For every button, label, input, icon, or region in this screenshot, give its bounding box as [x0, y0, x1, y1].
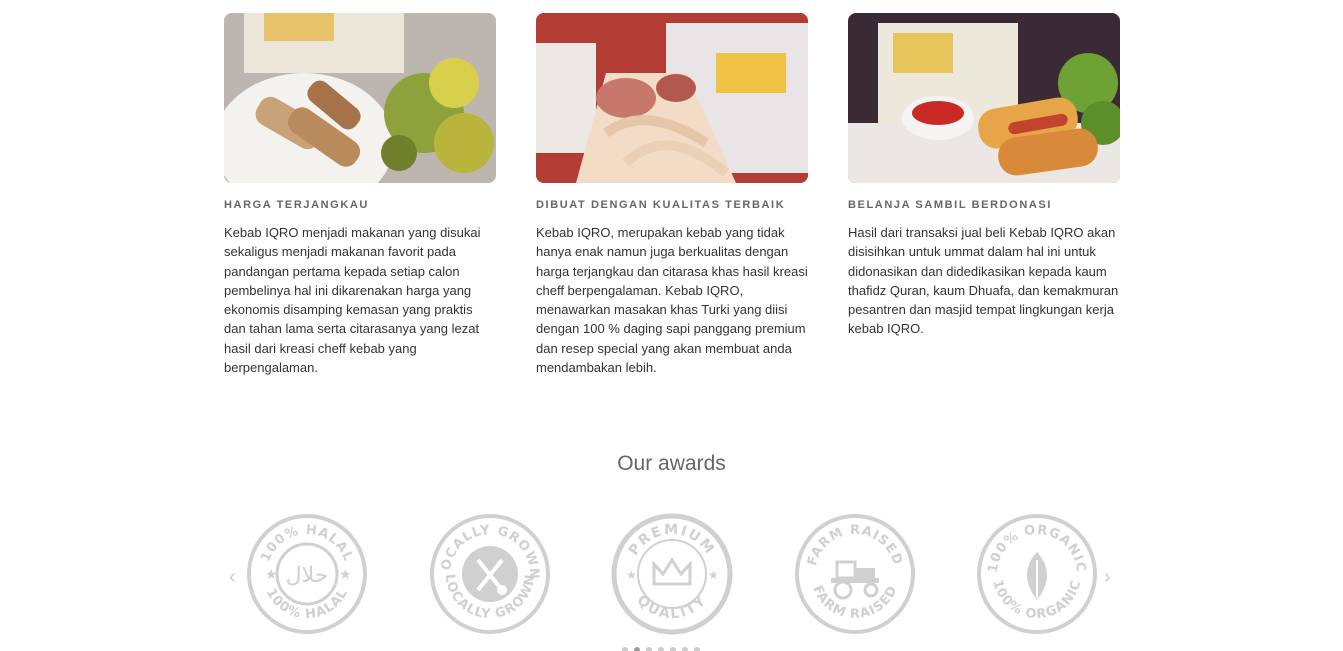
carousel-dot[interactable] — [682, 647, 688, 651]
feature-quality: DIBUAT DENGAN KUALITAS TERBAIK Kebab IQR… — [536, 13, 808, 377]
locally-grown-badge-icon: LOCALLY GROWN LOCALLY GROWN — [428, 512, 552, 636]
feature-image-kebab-plate — [224, 13, 496, 183]
badge-bottom-text: QUALITY — [634, 592, 709, 622]
svg-text:★: ★ — [339, 566, 352, 582]
svg-text:FARM RAISED: FARM RAISED — [809, 583, 900, 622]
premium-quality-badge-icon: PREMIUM QUALITY ★ ★ — [610, 512, 734, 636]
feature-image-kebab-sauce — [848, 13, 1120, 183]
feature-image-kebab-rolls — [536, 13, 808, 183]
awards-title: Our awards — [617, 452, 726, 475]
organic-badge-icon: 100% ORGANIC 100% ORGANIC — [975, 512, 1099, 636]
badge-center-text: حلال — [286, 563, 329, 588]
awards-carousel: 100% HALAL 100% HALAL حلال ★ ★ LOCALLY G… — [228, 512, 1118, 642]
features-section: HARGA TERJANGKAU Kebab IQRO menjadi maka… — [224, 13, 1120, 377]
feature-donation: BELANJA SAMBIL BERDONASI Hasil dari tran… — [848, 13, 1120, 377]
carousel-dot[interactable] — [670, 647, 676, 651]
carousel-pagination — [622, 647, 700, 651]
carousel-dot[interactable] — [694, 647, 700, 651]
feature-title: DIBUAT DENGAN KUALITAS TERBAIK — [536, 199, 786, 211]
carousel-dot-active[interactable] — [634, 647, 640, 651]
farm-raised-badge-icon: FARM RAISED FARM RAISED — [793, 512, 917, 636]
badge-bottom-text: FARM RAISED — [809, 583, 899, 622]
svg-text:★: ★ — [626, 568, 637, 582]
feature-description: Kebab IQRO, merupakan kebab yang tidak h… — [536, 225, 808, 376]
svg-text:QUALITY: QUALITY — [634, 592, 711, 622]
carousel-dot[interactable] — [646, 647, 652, 651]
feature-affordable: HARGA TERJANGKAU Kebab IQRO menjadi maka… — [224, 13, 496, 377]
carousel-dot[interactable] — [658, 647, 664, 651]
halal-badge-icon: 100% HALAL 100% HALAL حلال ★ ★ — [245, 512, 369, 636]
svg-text:★: ★ — [265, 566, 278, 582]
feature-title: HARGA TERJANGKAU — [224, 199, 369, 211]
svg-text:★: ★ — [708, 568, 719, 582]
feature-description: Hasil dari transaksi jual beli Kebab IQR… — [848, 225, 1119, 337]
carousel-dot[interactable] — [622, 647, 628, 651]
feature-description: Kebab IQRO menjadi makanan yang disukai … — [224, 225, 481, 376]
feature-title: BELANJA SAMBIL BERDONASI — [848, 199, 1053, 211]
